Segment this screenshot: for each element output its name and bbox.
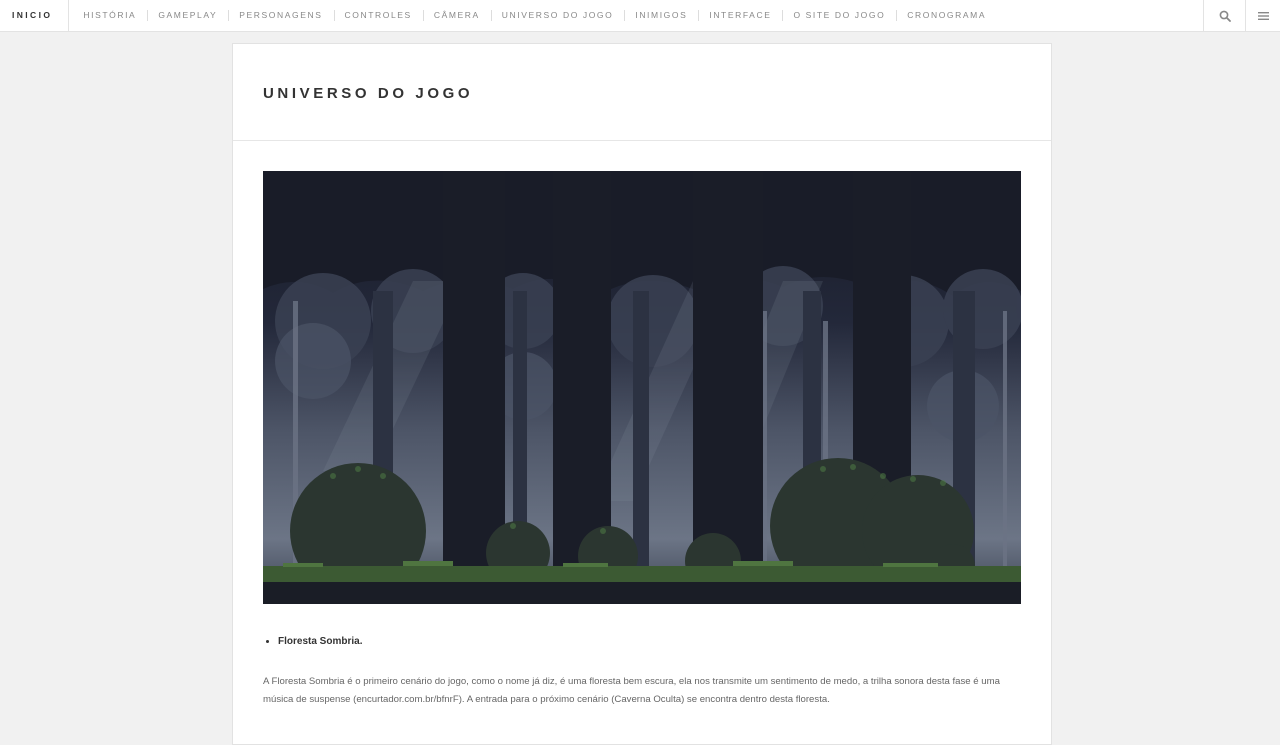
dark-forest-image (263, 171, 1021, 604)
search-button[interactable] (1203, 0, 1246, 31)
scenario-list: Floresta Sombria. (263, 636, 362, 647)
menu-button[interactable] (1245, 0, 1280, 31)
nav-item-historia[interactable]: HISTÓRIA (72, 0, 147, 31)
nav-item-inicio[interactable]: INICIO (0, 0, 70, 31)
main-nav: INICIO HISTÓRIA GAMEPLAY PERSONAGENS CON… (0, 0, 997, 31)
nav-item-controles[interactable]: CONTROLES (333, 0, 423, 31)
top-navigation-bar: INICIO HISTÓRIA GAMEPLAY PERSONAGENS CON… (0, 0, 1280, 32)
scenario-item-floresta-sombria: Floresta Sombria. (278, 636, 362, 647)
nav-item-personagens[interactable]: PERSONAGENS (228, 0, 333, 31)
nav-item-interface[interactable]: INTERFACE (698, 0, 782, 31)
nav-item-cronograma[interactable]: CRONOGRAMA (896, 0, 997, 31)
menu-icon (1258, 11, 1269, 20)
nav-item-gameplay[interactable]: GAMEPLAY (147, 0, 228, 31)
search-icon (1219, 10, 1231, 22)
nav-item-inimigos[interactable]: INIMIGOS (624, 0, 698, 31)
scenario-description: A Floresta Sombria é o primeiro cenário … (263, 676, 1000, 705)
content-card: UNIVERSO DO JOGO • Floresta Sombria. A F… (232, 43, 1052, 745)
nav-item-o-site-do-jogo[interactable]: O SITE DO JOGO (782, 0, 896, 31)
nav-item-universo-do-jogo[interactable]: UNIVERSO DO JOGO (490, 0, 625, 31)
card-header: UNIVERSO DO JOGO (233, 44, 1051, 141)
nav-item-camera[interactable]: CÂMERA (422, 0, 491, 31)
page-title: UNIVERSO DO JOGO (263, 85, 474, 102)
